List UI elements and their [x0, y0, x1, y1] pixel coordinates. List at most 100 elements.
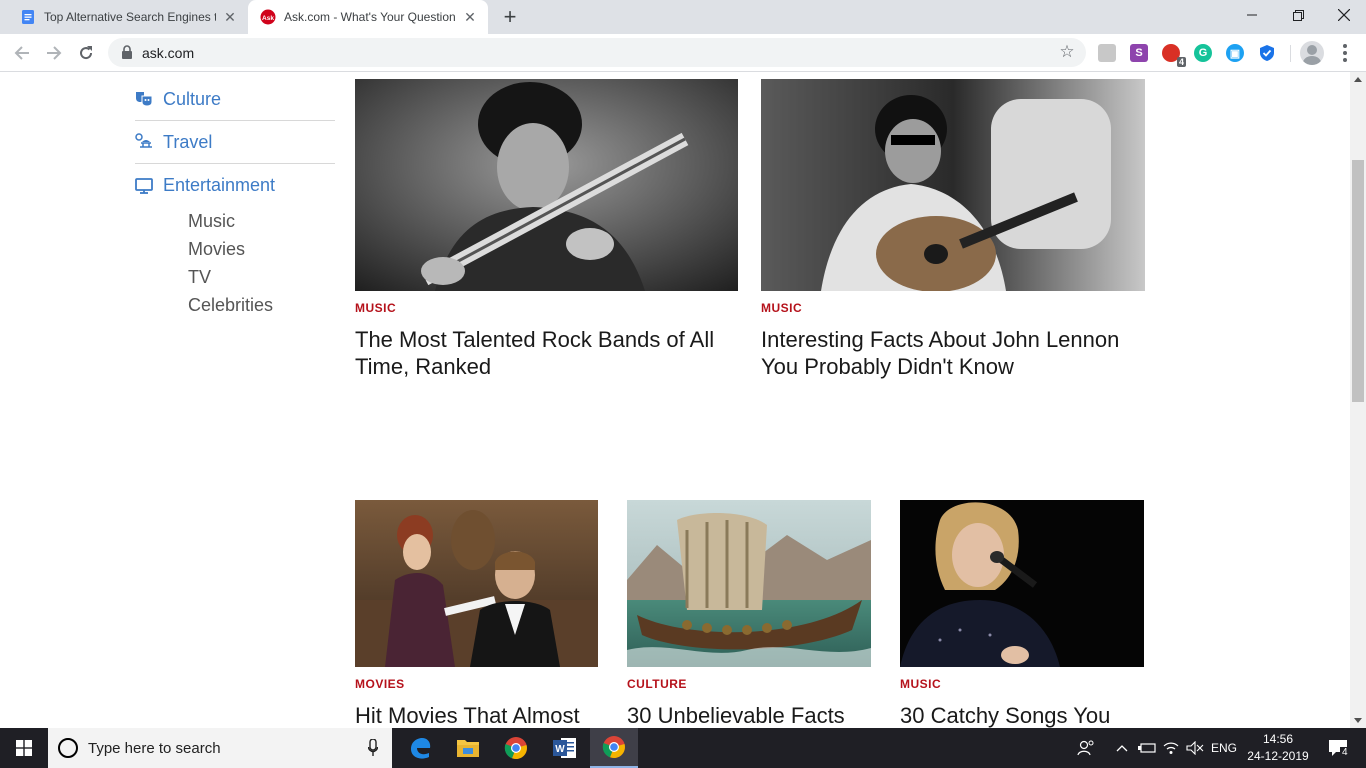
taskbar-clock[interactable]: 14:56 24-12-2019 — [1240, 731, 1316, 765]
profile-avatar[interactable] — [1300, 41, 1324, 65]
chrome-icon — [602, 736, 625, 759]
svg-text:W: W — [555, 744, 565, 755]
people-icon[interactable] — [1072, 728, 1100, 768]
windows-taskbar: Type here to search W ENG 14:56 24-12-20… — [0, 728, 1366, 768]
grammarly-icon[interactable]: G — [1194, 44, 1212, 62]
close-icon — [1338, 9, 1350, 21]
minimize-icon — [1247, 14, 1257, 16]
subcategory-tv[interactable]: TV — [188, 267, 211, 288]
singer-microphone-photo[interactable] — [900, 500, 1144, 667]
word-icon: W — [553, 738, 576, 758]
sidebar-item-travel[interactable]: Travel — [135, 121, 335, 164]
reload-icon — [80, 46, 93, 60]
taskbar-word[interactable]: W — [541, 728, 589, 768]
browser-toolbar: ask.com ☆ S 4 G ▣ — [0, 34, 1366, 72]
windows-logo-icon — [16, 740, 32, 756]
action-center-button[interactable]: 4 — [1318, 728, 1358, 768]
input-language[interactable]: ENG — [1208, 728, 1240, 768]
article-title-link[interactable]: 30 Catchy Songs You — [900, 702, 1144, 728]
arrow-left-icon — [14, 46, 29, 60]
microphone-icon[interactable] — [368, 739, 378, 757]
clock-date: 24-12-2019 — [1247, 749, 1309, 763]
docs-icon — [22, 10, 34, 24]
show-hidden-icons-chevron-up-icon[interactable] — [1112, 728, 1132, 768]
page-scrollbar[interactable] — [1350, 72, 1366, 728]
browser-menu-button[interactable] — [1335, 43, 1355, 63]
bookmark-star-icon[interactable]: ☆ — [1058, 43, 1076, 61]
minimize-button[interactable] — [1229, 0, 1275, 30]
shield-check-icon — [1260, 45, 1274, 61]
titanic-scene-photo[interactable] — [355, 500, 598, 667]
url-text: ask.com — [142, 45, 195, 61]
lock-icon — [122, 45, 132, 59]
tab-ask-com[interactable]: Ask Ask.com - What's Your Question? ✕ — [248, 0, 488, 34]
travel-icon — [135, 133, 152, 148]
article-tag: MOVIES — [355, 677, 405, 691]
extension-s-icon[interactable]: S — [1130, 44, 1148, 62]
monitor-icon — [135, 177, 153, 194]
tab-title: Ask.com - What's Your Question? — [284, 10, 456, 24]
subcategory-movies[interactable]: Movies — [188, 239, 245, 260]
article-tag: CULTURE — [627, 677, 687, 691]
article-tag: MUSIC — [900, 677, 942, 691]
taskbar-chrome-active[interactable] — [590, 728, 638, 768]
article-tag: MUSIC — [761, 301, 803, 315]
article-title-link[interactable]: Interesting Facts About John Lennon You … — [761, 326, 1145, 380]
forward-button[interactable] — [41, 40, 67, 66]
extension-blue-icon[interactable]: ▣ — [1226, 44, 1244, 62]
svg-text:Ask: Ask — [262, 15, 274, 22]
back-button[interactable] — [9, 40, 35, 66]
sidebar-item-entertainment[interactable]: Entertainment — [135, 164, 335, 207]
extension-grey-icon[interactable] — [1098, 44, 1116, 62]
category-label: Culture — [163, 88, 222, 109]
tab-search-engines[interactable]: Top Alternative Search Engines to ✕ — [8, 0, 248, 34]
scrollbar-thumb[interactable] — [1352, 160, 1364, 402]
article-title-link[interactable]: Hit Movies That Almost — [355, 702, 598, 728]
page-viewport: Culture Travel Entertainment Music Movie… — [0, 72, 1350, 728]
scroll-down-arrow[interactable] — [1354, 718, 1362, 723]
address-bar[interactable]: ask.com ☆ — [108, 38, 1086, 67]
taskbar-file-explorer[interactable] — [444, 728, 492, 768]
article-tag: MUSIC — [355, 301, 397, 315]
extension-s-label: S — [1135, 47, 1143, 59]
tab-title: Top Alternative Search Engines to — [44, 10, 216, 24]
wifi-icon[interactable] — [1160, 728, 1182, 768]
category-label: Entertainment — [163, 175, 276, 195]
lennon-guitar-bw-photo[interactable] — [761, 79, 1145, 291]
reload-button[interactable] — [73, 40, 99, 66]
taskbar-chrome[interactable] — [492, 728, 540, 768]
chrome-icon — [504, 737, 527, 760]
restore-icon — [1292, 9, 1304, 21]
close-window-button[interactable] — [1321, 0, 1366, 30]
taskbar-edge[interactable] — [396, 728, 444, 768]
extension-adblock-icon[interactable]: 4 — [1162, 44, 1186, 67]
sidebar-item-culture[interactable]: Culture — [135, 78, 335, 121]
viking-ship-painting[interactable] — [627, 500, 871, 667]
close-tab-icon[interactable]: ✕ — [462, 9, 478, 25]
shield-icon[interactable] — [1258, 44, 1276, 62]
edge-icon — [411, 738, 431, 759]
guitarist-bw-photo[interactable] — [355, 79, 738, 291]
arrow-right-icon — [47, 46, 62, 60]
new-tab-button[interactable]: + — [498, 4, 522, 29]
subcategory-celebrities[interactable]: Celebrities — [188, 295, 273, 316]
ask-favicon: Ask — [260, 9, 276, 25]
close-tab-icon[interactable]: ✕ — [222, 9, 238, 25]
article-title-link[interactable]: 30 Unbelievable Facts — [627, 702, 871, 728]
start-button[interactable] — [0, 728, 48, 768]
notification-count: 4 — [1340, 747, 1350, 758]
category-label: Travel — [163, 131, 213, 152]
taskbar-search-box[interactable]: Type here to search — [48, 728, 392, 768]
subcategory-music[interactable]: Music — [188, 211, 235, 232]
clock-time: 14:56 — [1262, 732, 1294, 746]
taskbar-search-placeholder: Type here to search — [88, 740, 221, 757]
scroll-up-arrow[interactable] — [1354, 77, 1362, 82]
culture-masks-icon — [136, 92, 153, 107]
restore-button[interactable] — [1275, 0, 1321, 30]
folder-icon — [457, 740, 479, 757]
battery-icon[interactable] — [1136, 728, 1158, 768]
article-title-link[interactable]: The Most Talented Rock Bands of All Time… — [355, 326, 738, 380]
extension-badge: 4 — [1176, 57, 1186, 67]
browser-tab-strip: Top Alternative Search Engines to ✕ Ask … — [0, 0, 1366, 34]
volume-muted-icon[interactable] — [1184, 728, 1206, 768]
